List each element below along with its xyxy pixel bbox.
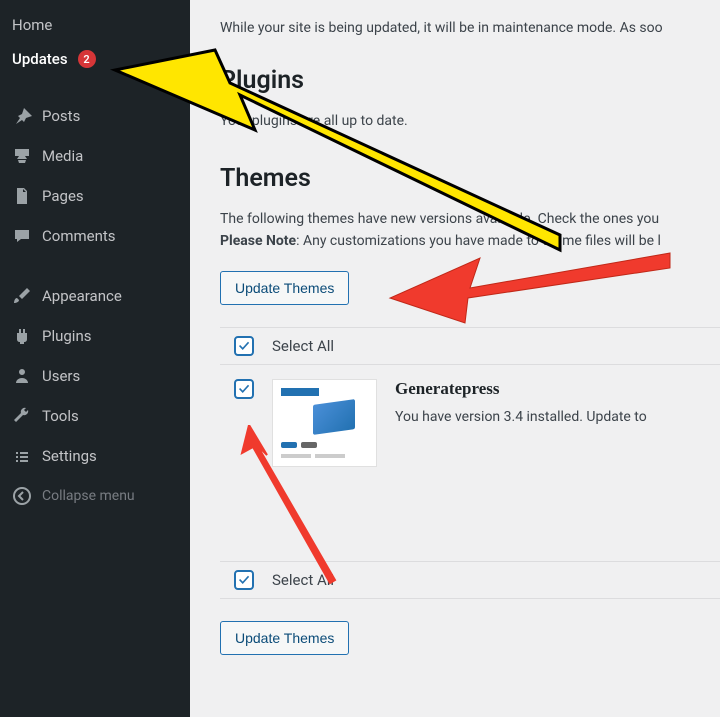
page-icon [12, 186, 32, 206]
sidebar-item-updates[interactable]: Updates 2 [0, 42, 190, 76]
brush-icon [12, 286, 32, 306]
sidebar-item-users[interactable]: Users [0, 356, 190, 396]
select-all-label-bottom: Select All [272, 571, 334, 589]
plugins-heading: Plugins [220, 66, 720, 95]
plugin-icon [12, 326, 32, 346]
themes-note: Please Note: Any customizations you have… [220, 233, 720, 249]
sidebar-item-label: Settings [42, 447, 97, 465]
admin-sidebar: Home Updates 2 Posts Media Pages Comment… [0, 0, 190, 717]
collapse-icon [12, 486, 32, 506]
wrench-icon [12, 406, 32, 426]
comment-icon [12, 226, 32, 246]
select-all-row-top: ✓ Select All [220, 327, 720, 364]
sidebar-item-posts[interactable]: Posts [0, 96, 190, 136]
sidebar-item-label: Appearance [42, 287, 122, 305]
collapse-label: Collapse menu [42, 488, 135, 504]
pin-icon [12, 106, 32, 126]
sidebar-item-pages[interactable]: Pages [0, 176, 190, 216]
theme-row: ✓ Generatepress You have version 3.4 ins… [220, 364, 720, 481]
themes-intro: The following themes have new versions a… [220, 211, 720, 227]
sidebar-item-label: Home [12, 16, 52, 34]
theme-name: Generatepress [395, 379, 720, 399]
sidebar-item-settings[interactable]: Settings [0, 436, 190, 476]
sidebar-item-label: Plugins [42, 327, 91, 345]
note-label: Please Note [220, 233, 296, 249]
sidebar-item-plugins[interactable]: Plugins [0, 316, 190, 356]
theme-thumbnail [272, 379, 377, 467]
sidebar-item-label: Media [42, 147, 83, 165]
theme-version-text: You have version 3.4 installed. Update t… [395, 409, 720, 425]
collapse-menu[interactable]: Collapse menu [0, 476, 190, 516]
sidebar-item-appearance[interactable]: Appearance [0, 276, 190, 316]
select-all-checkbox-top[interactable]: ✓ [234, 336, 254, 356]
select-all-label: Select All [272, 337, 334, 355]
themes-heading: Themes [220, 164, 720, 193]
sidebar-item-tools[interactable]: Tools [0, 396, 190, 436]
sidebar-item-media[interactable]: Media [0, 136, 190, 176]
maintenance-note: While your site is being updated, it wil… [220, 20, 720, 36]
update-themes-button[interactable]: Update Themes [220, 271, 349, 305]
sidebar-item-comments[interactable]: Comments [0, 216, 190, 256]
main-content: While your site is being updated, it wil… [190, 0, 720, 717]
theme-info: Generatepress You have version 3.4 insta… [395, 379, 720, 425]
settings-icon [12, 446, 32, 466]
sidebar-item-label: Comments [42, 227, 116, 245]
theme-checkbox[interactable]: ✓ [234, 379, 254, 399]
select-all-row-bottom: ✓ Select All [220, 561, 720, 599]
user-icon [12, 366, 32, 386]
plugins-status: Your plugins are all up to date. [220, 113, 720, 129]
select-all-checkbox-bottom[interactable]: ✓ [234, 570, 254, 590]
updates-badge: 2 [78, 50, 96, 68]
sidebar-item-label: Users [42, 367, 80, 385]
sidebar-item-label: Pages [42, 187, 84, 205]
media-icon [12, 146, 32, 166]
update-themes-button-bottom[interactable]: Update Themes [220, 621, 349, 655]
sidebar-item-label: Updates [12, 50, 68, 68]
sidebar-item-label: Tools [42, 407, 79, 425]
sidebar-item-label: Posts [42, 107, 80, 125]
sidebar-item-home[interactable]: Home [0, 8, 190, 42]
